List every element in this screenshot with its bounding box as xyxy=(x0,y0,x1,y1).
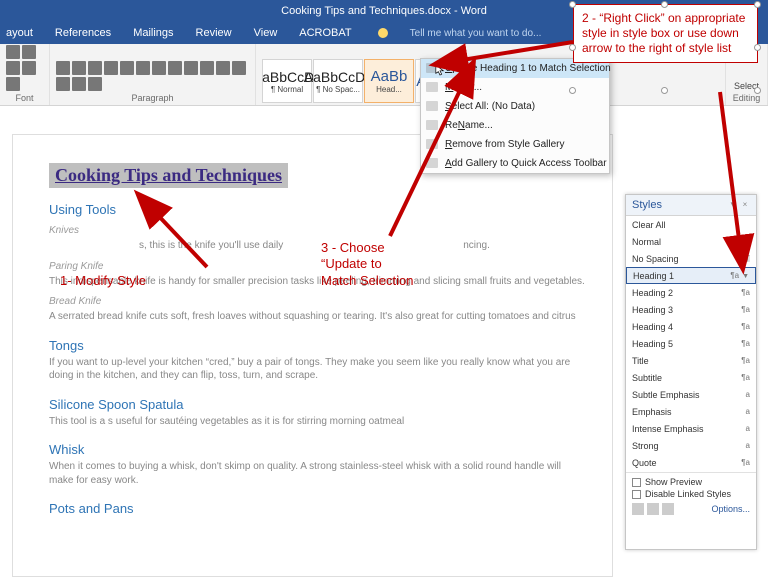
font-btn[interactable] xyxy=(6,77,20,91)
tab-references[interactable]: References xyxy=(55,27,111,39)
para-btn[interactable] xyxy=(216,61,230,75)
paragraph-group: Paragraph xyxy=(50,44,256,105)
ctx-update-to-match[interactable]: Update Heading 1 to Match Selection xyxy=(421,59,609,78)
title-bar: Cooking Tips and Techniques.docx - Word xyxy=(0,0,768,22)
styles-list-item[interactable]: Quote¶a xyxy=(626,454,756,471)
doc-h2: Whisk xyxy=(49,442,586,457)
disable-linked-checkbox[interactable]: Disable Linked Styles xyxy=(632,489,750,499)
para-btn[interactable] xyxy=(232,61,246,75)
ribbon-tabs: ayout References Mailings Review View AC… xyxy=(0,22,768,44)
para-btn[interactable] xyxy=(88,61,102,75)
para-btn[interactable] xyxy=(136,61,150,75)
tab-view[interactable]: View xyxy=(254,27,278,39)
doc-para: s, this is the knife you'll use dailynci… xyxy=(49,239,586,253)
show-preview-checkbox[interactable]: Show Preview xyxy=(632,477,750,487)
document-canvas[interactable]: Cooking Tips and Techniques Using Tools … xyxy=(12,134,613,577)
tab-review[interactable]: Review xyxy=(196,27,232,39)
tell-me-search[interactable]: Tell me what you want to do... xyxy=(378,28,564,39)
tab-acrobat[interactable]: ACROBAT xyxy=(299,27,351,39)
doc-para: A serrated bread knife cuts soft, fresh … xyxy=(49,310,586,324)
doc-h2: Tongs xyxy=(49,338,586,353)
styles-pane: Styles ▼× Clear AllNormal¶No Spacing¶Hea… xyxy=(625,194,757,550)
ctx-remove-gallery[interactable]: Remove from Style Gallery xyxy=(421,135,609,154)
styles-list-item[interactable]: Heading 1¶a▼ xyxy=(626,267,756,284)
ctx-add-qat[interactable]: Add Gallery to Quick Access Toolbar xyxy=(421,154,609,173)
font-btn[interactable] xyxy=(6,45,20,59)
styles-list-item[interactable]: Heading 2¶a xyxy=(626,284,756,301)
style-gallery-item-nospacing[interactable]: AaBbCcDc¶ No Spac... xyxy=(313,59,363,103)
doc-h3: Bread Knife xyxy=(49,296,586,307)
selected-title[interactable]: Cooking Tips and Techniques xyxy=(49,163,288,188)
ctx-rename[interactable]: ReName... xyxy=(421,116,609,135)
doc-h3: Paring Knife xyxy=(49,261,586,272)
doc-h2: Pots and Pans xyxy=(49,501,586,516)
para-btn[interactable] xyxy=(72,77,86,91)
group-label-font: Font xyxy=(6,93,43,103)
tab-mailings[interactable]: Mailings xyxy=(133,27,173,39)
tell-me-label: Tell me what you want to do... xyxy=(410,28,542,39)
para-btn[interactable] xyxy=(184,61,198,75)
styles-pane-title: Styles xyxy=(632,199,662,211)
lightbulb-icon xyxy=(378,28,388,38)
group-label-paragraph: Paragraph xyxy=(56,93,249,103)
para-btn[interactable] xyxy=(200,61,214,75)
styles-list-item[interactable]: Subtle Emphasisa xyxy=(626,386,756,403)
doc-para: If you want to up-level your kitchen “cr… xyxy=(49,356,586,383)
para-btn[interactable] xyxy=(56,77,70,91)
para-btn[interactable] xyxy=(152,61,166,75)
styles-list-item[interactable]: Emphasisa xyxy=(626,403,756,420)
font-btn[interactable] xyxy=(6,61,20,75)
styles-list-item[interactable]: Heading 4¶a xyxy=(626,318,756,335)
pane-down-icon[interactable]: ▼ xyxy=(728,200,738,210)
doc-para: This indispensable knife is handy for sm… xyxy=(49,275,586,289)
para-btn[interactable] xyxy=(88,77,102,91)
doc-h2: Silicone Spoon Spatula xyxy=(49,397,586,412)
options-link[interactable]: Options... xyxy=(711,504,750,514)
para-btn[interactable] xyxy=(168,61,182,75)
window-title: Cooking Tips and Techniques.docx - Word xyxy=(281,5,487,17)
para-btn[interactable] xyxy=(104,61,118,75)
para-btn[interactable] xyxy=(120,61,134,75)
styles-list-item[interactable]: Heading 5¶a xyxy=(626,335,756,352)
styles-list-item[interactable]: Normal¶ xyxy=(626,233,756,250)
para-btn[interactable] xyxy=(56,61,70,75)
styles-list-item[interactable]: Intense Emphasisa xyxy=(626,420,756,437)
style-gallery-item-heading1[interactable]: AaBbHead... xyxy=(364,59,414,103)
font-btn[interactable] xyxy=(22,45,36,59)
styles-list-item[interactable]: Clear All xyxy=(626,216,756,233)
styles-list-item[interactable]: Title¶a xyxy=(626,352,756,369)
doc-para: When it comes to buying a whisk, don't s… xyxy=(49,460,586,487)
styles-list-item[interactable]: Heading 3¶a xyxy=(626,301,756,318)
para-btn[interactable] xyxy=(72,61,86,75)
cursor-icon xyxy=(435,64,445,76)
style-context-menu: Update Heading 1 to Match Selection Modi… xyxy=(420,58,610,174)
font-btn[interactable] xyxy=(22,61,36,75)
ribbon: Font Paragraph AaBbCcDc¶ Normal AaBbCcDc… xyxy=(0,44,768,106)
doc-h2: Using Tools xyxy=(49,202,586,217)
style-inspector-icon[interactable] xyxy=(647,503,659,515)
pane-close-icon[interactable]: × xyxy=(740,200,750,210)
ctx-label: pdate Heading 1 to Match Selection xyxy=(452,63,610,74)
styles-pane-footer: Show Preview Disable Linked Styles Optio… xyxy=(626,472,756,519)
group-label-editing: Editing xyxy=(732,93,761,103)
ctx-modify[interactable]: Modify... xyxy=(421,78,609,97)
doc-para: This tool is a s useful for sautéing veg… xyxy=(49,415,586,429)
styles-list-item[interactable]: Subtitle¶a xyxy=(626,369,756,386)
doc-h3: Knives xyxy=(49,225,586,236)
manage-styles-icon[interactable] xyxy=(662,503,674,515)
new-style-icon[interactable] xyxy=(632,503,644,515)
styles-list-item[interactable]: No Spacing¶ xyxy=(626,250,756,267)
styles-list[interactable]: Clear AllNormal¶No Spacing¶Heading 1¶a▼H… xyxy=(626,216,756,472)
tab-layout[interactable]: ayout xyxy=(6,27,33,39)
editing-group: Select Editing xyxy=(726,44,768,105)
ctx-select-all[interactable]: Select All: (No Data) xyxy=(421,97,609,116)
chevron-down-icon[interactable]: ▼ xyxy=(742,273,749,280)
font-group: Font xyxy=(0,44,50,105)
styles-pane-header: Styles ▼× xyxy=(626,195,756,216)
styles-list-item[interactable]: Stronga xyxy=(626,437,756,454)
